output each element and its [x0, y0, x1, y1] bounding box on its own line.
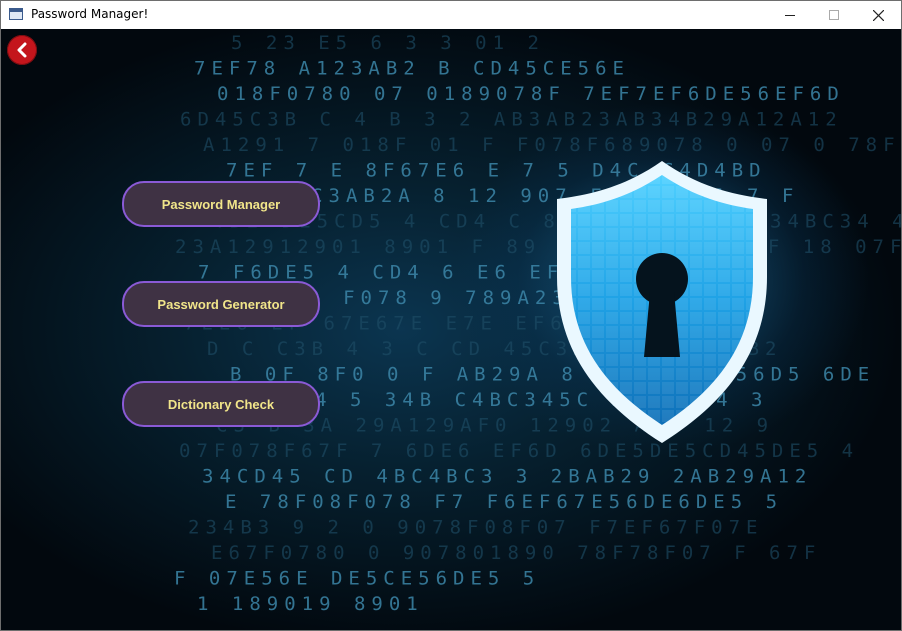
background-hex-text: 234B3 9 2 0 9078F08F07 F7EF67F07E — [188, 517, 764, 539]
chevron-left-icon — [17, 42, 27, 58]
minimize-button[interactable] — [767, 1, 813, 29]
dictionary-check-button[interactable]: Dictionary Check — [122, 381, 320, 427]
background-hex-text: A1291 7 018F 01 F F078F689078 0 07 0 78F… — [203, 134, 901, 156]
background-hex-text: 34CD45 CD 4BC4BC3 3 2BAB29 2AB29A12 — [202, 466, 812, 488]
window-title: Password Manager! — [31, 7, 149, 21]
shield-lock-icon — [557, 161, 767, 443]
background-hex-text: F 07E56E DE5CE56DE5 5 — [174, 568, 540, 590]
app-window: Password Manager! 5 23 E5 6 3 3 01 2 7EF7… — [0, 0, 902, 631]
maximize-button[interactable] — [811, 1, 857, 29]
close-button[interactable] — [855, 1, 901, 29]
background-hex-text: 23A12912901 8901 F 89 6EF6DEF6EF67F 18 0… — [175, 236, 901, 258]
app-icon — [9, 8, 23, 20]
background-hex-text: 1 189019 8901 — [197, 593, 424, 615]
close-icon — [872, 9, 884, 21]
background-hex-text: 7EF78 A123AB2 B CD45CE56E — [194, 58, 630, 80]
maximize-icon — [829, 10, 839, 20]
background-hex-text: E67F0780 0 907801890 78F78F07 F 67F — [211, 542, 821, 564]
password-manager-button[interactable]: Password Manager — [122, 181, 320, 227]
main-content: 5 23 E5 6 3 3 01 2 7EF78 A123AB2 B CD45CE… — [1, 29, 901, 630]
minimize-icon — [785, 15, 795, 16]
background-hex-text: 6D45C3B C 4 B 3 2 AB3AB23AB34B29A12A12 — [180, 109, 843, 131]
background-hex-text: 5 23 E5 6 3 3 01 2 — [231, 32, 545, 54]
background-hex-text: 018F0780 07 0189078F 7EF7EF6DE56EF6D — [217, 83, 845, 105]
background-hex-text: E 78F08F078 F7 F6EF67E56DE6DE5 5 — [225, 491, 783, 513]
password-generator-button[interactable]: Password Generator — [122, 281, 320, 327]
title-bar[interactable]: Password Manager! — [1, 1, 901, 29]
back-button[interactable] — [7, 35, 37, 65]
